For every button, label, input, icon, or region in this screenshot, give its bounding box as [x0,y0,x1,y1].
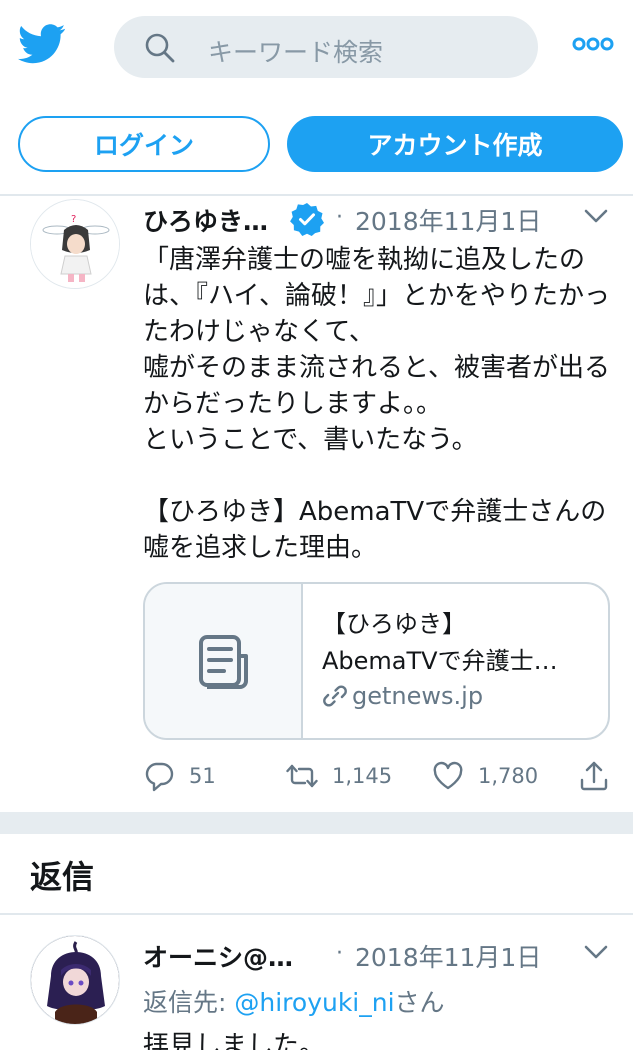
search-placeholder: キーワード検索 [208,38,384,67]
card-domain-text: getnews.jp [352,682,484,710]
share-icon [580,761,608,791]
card-thumbnail [145,584,303,738]
reply-avatar-illustration [31,936,119,1024]
svg-text:?: ? [71,214,76,225]
reply-count: 51 [189,764,216,788]
twitter-bird-icon[interactable] [18,24,66,64]
chevron-down-icon[interactable] [584,208,608,224]
avatar[interactable]: ? [30,199,120,289]
section-separator [0,812,633,834]
replies-divider [0,913,633,915]
reply-button[interactable]: 51 [143,760,216,792]
login-button[interactable]: ログイン [18,116,270,172]
document-icon [199,635,248,689]
search-box[interactable]: キーワード検索 [114,16,538,78]
top-bar: キーワード検索 [0,0,633,96]
tweet-text: 「唐澤弁護士の嘘を執拗に追及したのは、『ハイ、論破！』」とかをやりたかったわけじ… [143,245,610,563]
card-title: 【ひろゆき】 AbemaTVで弁護士… [322,606,602,680]
reply-date[interactable]: 2018年11月1日 [355,938,541,974]
reply-author-name[interactable]: オーニシ@… [143,938,293,974]
reply-icon [145,762,174,792]
chevron-down-icon[interactable] [584,944,608,960]
reply-separator-dot: · [336,941,343,966]
tweet-date[interactable]: 2018年11月1日 [355,202,541,238]
more-dots-icon[interactable] [572,36,614,52]
retweet-count: 1,145 [332,764,393,788]
like-count: 1,780 [478,764,539,788]
retweet-icon [286,764,318,788]
link-icon [323,685,347,707]
avatar-illustration: ? [31,200,119,288]
tweet-separator-dot: · [336,205,343,230]
auth-buttons: ログイン アカウント作成 [0,112,633,178]
reply-to-suffix: さん [394,988,445,1017]
card-title-line-2: AbemaTVで弁護士… [322,647,558,675]
link-card[interactable]: 【ひろゆき】 AbemaTVで弁護士… getnews.jp [143,582,610,740]
retweet-button[interactable]: 1,145 [286,760,392,792]
reply-text: 拝見しました。 [143,1031,326,1050]
reply-to-line: 返信先: @hiroyuki_niさん [143,983,445,1019]
signup-button[interactable]: アカウント作成 [287,116,623,172]
replies-heading: 返信 [30,858,95,896]
tweet-author-name[interactable]: ひろゆき… [143,202,268,238]
card-domain: getnews.jp [322,682,483,710]
header-divider [0,194,633,196]
share-button[interactable] [578,760,610,792]
tweet-actions: 51 1,145 1,780 [0,752,633,802]
search-icon [145,33,175,63]
reply-avatar[interactable] [30,935,120,1025]
card-title-line-1: 【ひろゆき】 [322,610,466,638]
reply-to-prefix: 返信先: [143,988,235,1017]
heart-icon [433,761,463,790]
like-button[interactable]: 1,780 [432,760,538,792]
verified-badge-icon [290,203,324,236]
reply-to-handle[interactable]: @hiroyuki_ni [234,988,394,1017]
